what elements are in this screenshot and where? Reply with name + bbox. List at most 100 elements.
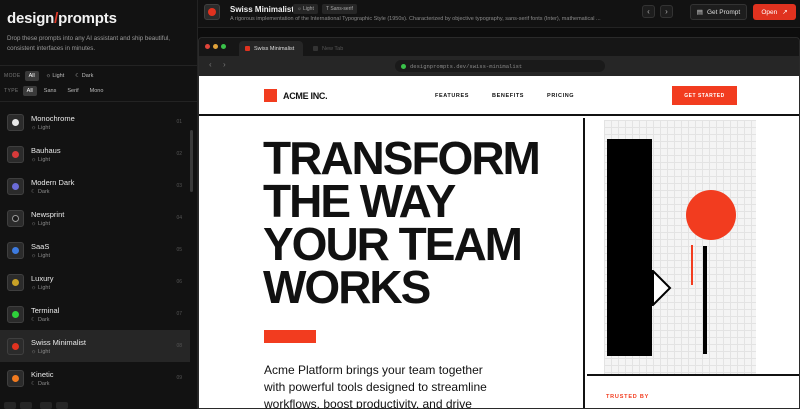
back-icon[interactable]: ‹	[209, 60, 212, 69]
detail-header: Swiss Minimalist ☼ Light T Sans-serif A …	[198, 0, 800, 28]
style-number: 01	[176, 119, 182, 125]
style-name: Monochrome	[31, 114, 75, 123]
close-dot[interactable]	[205, 44, 210, 49]
favicon	[245, 46, 250, 51]
style-thumbnail	[7, 370, 24, 387]
style-thumbnail	[7, 114, 24, 131]
type-icon: T	[326, 6, 329, 12]
sun-icon: ☼	[31, 221, 37, 227]
list-item-saas[interactable]: SaaS ☼ Light 05	[0, 234, 190, 266]
color-dot	[12, 247, 19, 254]
forward-icon[interactable]: ›	[223, 60, 226, 69]
style-number: 04	[176, 215, 182, 221]
type-sans-chip[interactable]: Sans	[40, 86, 61, 96]
style-number: 08	[176, 343, 182, 349]
list-item-kinetic[interactable]: Kinetic ☾ Dark 09	[0, 362, 190, 394]
maximize-dot[interactable]	[221, 44, 226, 49]
list-item-bauhaus[interactable]: Bauhaus ☼ Light 02	[0, 138, 190, 170]
browser-preview: Swiss Minimalist New Tab ‹ › designpromp…	[198, 37, 800, 409]
style-number: 05	[176, 247, 182, 253]
prev-button[interactable]: ‹	[642, 5, 655, 18]
tagline: Drop these prompts into any AI assistant…	[7, 35, 171, 52]
list-item-swiss-minimalist[interactable]: Swiss Minimalist ☼ Light 08	[0, 330, 190, 362]
mode-all-chip[interactable]: All	[24, 71, 39, 81]
document-icon: ▤	[696, 9, 703, 16]
style-name: Terminal	[31, 306, 60, 315]
headline-line: TRANSFORM	[263, 132, 541, 184]
favicon	[313, 46, 318, 51]
tab-swiss-minimalist[interactable]: Swiss Minimalist	[239, 41, 303, 56]
style-name: Newsprint	[31, 210, 65, 219]
mode-light-chip[interactable]: ☼ Light	[42, 71, 69, 81]
color-dot	[12, 119, 19, 126]
style-name: Luxury	[31, 274, 54, 283]
style-mode: ☼ Light	[31, 349, 50, 355]
nav-link-benefits[interactable]: BENEFITS	[492, 93, 524, 99]
hero-headline: TRANSFORM THE WAY YOUR TEAM WORKS	[263, 132, 541, 310]
style-number: 03	[176, 183, 182, 189]
style-thumbnail	[7, 146, 24, 163]
browser-tabbar: Swiss Minimalist New Tab	[199, 38, 799, 56]
app-logo[interactable]: design/prompts	[7, 10, 117, 27]
brand-square-icon	[264, 89, 277, 102]
list-item-newsprint[interactable]: Newsprint ☼ Light 04	[0, 202, 190, 234]
color-dot	[12, 279, 19, 286]
red-line	[691, 245, 693, 285]
list-item-modern-dark[interactable]: Modern Dark ☾ Dark 03	[0, 170, 190, 202]
type-serif-chip[interactable]: Serif	[63, 86, 82, 96]
style-thumbnail	[7, 274, 24, 291]
style-number: 09	[176, 375, 182, 381]
site-brand[interactable]: ACME INC.	[264, 89, 328, 102]
nav-link-pricing[interactable]: PRICING	[547, 93, 574, 99]
style-number: 06	[176, 279, 182, 285]
type-filter: TYPE All Sans Serif Mono	[4, 86, 107, 96]
nav-link-features[interactable]: FEATURES	[435, 93, 469, 99]
type-filter-label: TYPE	[4, 88, 19, 94]
style-thumbnail	[7, 210, 24, 227]
tab-new[interactable]: New Tab	[307, 41, 367, 56]
list-item-monochrome[interactable]: Monochrome ☼ Light 01	[0, 106, 190, 138]
headline-line: YOUR TEAM	[263, 218, 523, 270]
style-name: Bauhaus	[31, 146, 61, 155]
accent-bar	[264, 330, 316, 343]
color-dot	[12, 215, 19, 222]
footer-control[interactable]	[4, 402, 16, 409]
next-button[interactable]: ›	[660, 5, 673, 18]
list-item-luxury[interactable]: Luxury ☼ Light 06	[0, 266, 190, 298]
type-all-chip[interactable]: All	[22, 86, 37, 96]
mode-badge: ☼ Light	[293, 4, 318, 14]
style-thumbnail	[7, 178, 24, 195]
style-name: Modern Dark	[31, 178, 75, 187]
get-started-button[interactable]: GET STARTED	[672, 86, 737, 105]
url-bar[interactable]: designprompts.dev/swiss-minimalist	[395, 60, 605, 72]
color-dot	[12, 183, 19, 190]
footer-control[interactable]	[40, 402, 52, 409]
mode-dark-chip[interactable]: ☾ Dark	[71, 71, 97, 81]
sun-icon: ☼	[31, 157, 37, 163]
sun-icon: ☼	[297, 6, 302, 12]
style-thumbnail	[204, 4, 220, 20]
secure-icon	[401, 63, 406, 69]
footer-control[interactable]	[20, 402, 32, 409]
sidebar: design/prompts Drop these prompts into a…	[0, 0, 198, 409]
style-name: Swiss Minimalist	[31, 338, 87, 347]
black-line	[703, 246, 707, 354]
style-mode: ☼ Light	[31, 125, 50, 131]
footer-control[interactable]	[56, 402, 68, 409]
type-mono-chip[interactable]: Mono	[86, 86, 108, 96]
minimize-dot[interactable]	[213, 44, 218, 49]
color-dot	[208, 8, 216, 16]
color-dot	[12, 375, 19, 382]
open-button[interactable]: Open ↗	[753, 4, 796, 20]
style-name: Kinetic	[31, 370, 54, 379]
sidebar-scrollbar[interactable]	[190, 130, 193, 192]
site-viewport: ACME INC. FEATURES BENEFITS PRICING GET …	[199, 76, 799, 408]
style-mode: ☼ Light	[31, 157, 50, 163]
color-dot	[12, 343, 19, 350]
list-item-terminal[interactable]: Terminal ☾ Dark 07	[0, 298, 190, 330]
moon-icon: ☾	[31, 189, 36, 195]
style-thumbnail	[7, 306, 24, 323]
style-list: Monochrome ☼ Light 01 Bauhaus ☼ Light 02 M…	[0, 106, 190, 394]
get-prompt-button[interactable]: ▤ Get Prompt	[690, 4, 747, 20]
style-thumbnail	[7, 242, 24, 259]
